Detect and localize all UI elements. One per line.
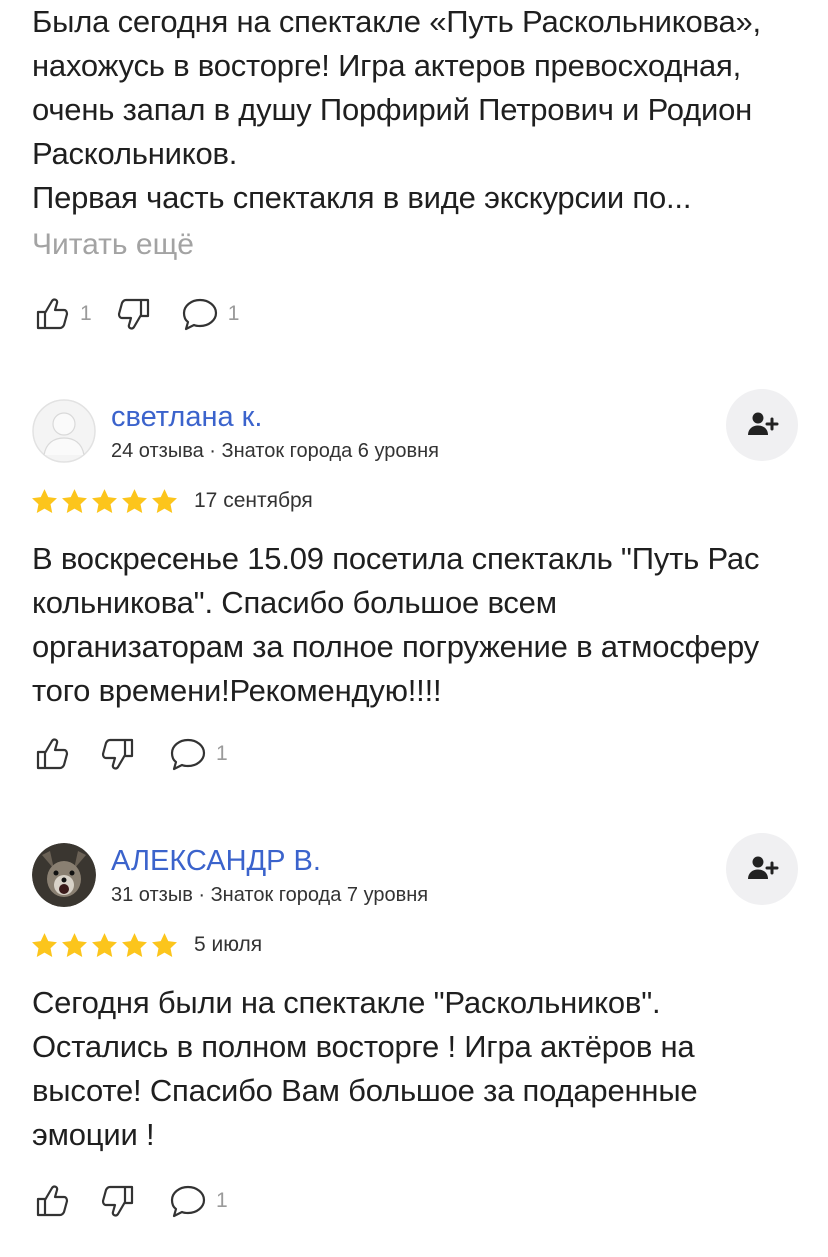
review-3-actions: 1 (32, 1177, 228, 1225)
review-1-line: очень запал в душу Порфирий Петрович и Р… (32, 92, 753, 127)
author-name[interactable]: светлана к. (111, 400, 262, 434)
review-3-line: Сегодня были на спектакле "Раскольников"… (32, 985, 661, 1020)
dislike-button[interactable] (98, 734, 138, 774)
comment-icon (168, 1181, 208, 1221)
rating-stars (30, 487, 180, 516)
subscribe-button[interactable] (726, 833, 798, 905)
comment-button[interactable]: 1 (168, 1181, 228, 1221)
review-1-line: Была сегодня на спектакле «Путь Раскольн… (32, 4, 761, 39)
comment-count: 1 (216, 742, 228, 765)
review-date: 17 сентября (194, 489, 313, 512)
review-3-rating: 5 июля (30, 930, 262, 960)
star-icon (120, 931, 149, 960)
star-icon (150, 931, 179, 960)
thumbs-up-icon (32, 1181, 72, 1221)
rating-stars (30, 931, 180, 960)
star-icon (60, 487, 89, 516)
thumbs-down-icon (114, 294, 154, 334)
star-icon (90, 931, 119, 960)
add-user-icon (745, 408, 779, 442)
review-1-line: нахожусь в восторге! Игра актеров превос… (32, 48, 742, 83)
review-2-actions: 1 (32, 730, 228, 778)
thumbs-up-icon (32, 294, 72, 334)
review-2-line: В воскресенье 15.09 посетила спектакль "… (32, 541, 760, 576)
review-3-line: высоте! Спасибо Вам большое за подаренны… (32, 1073, 698, 1108)
star-icon (150, 487, 179, 516)
review-3-text: Сегодня были на спектакле "Раскольников"… (32, 981, 802, 1157)
comment-button[interactable]: 1 (180, 294, 240, 334)
review-1-line: Раскольников. (32, 136, 238, 171)
star-icon (90, 487, 119, 516)
dislike-button[interactable] (114, 294, 154, 334)
like-button[interactable] (32, 1181, 72, 1221)
author-name[interactable]: АЛЕКСАНДР В. (111, 844, 321, 878)
star-icon (30, 931, 59, 960)
review-3-author: АЛЕКСАНДР В. 31 отзыв · Знаток города 7 … (32, 833, 802, 913)
thumbs-up-icon (32, 734, 72, 774)
like-count: 1 (80, 302, 92, 325)
review-date: 5 июля (194, 933, 263, 956)
subscribe-button[interactable] (726, 389, 798, 461)
avatar-photo-icon (32, 843, 96, 907)
review-1-text: Была сегодня на спектакле «Путь Раскольн… (32, 0, 802, 220)
add-user-icon (745, 852, 779, 886)
review-2-line: того времени!Рекомендую!!!! (32, 673, 442, 708)
thumbs-down-icon (98, 734, 138, 774)
dislike-button[interactable] (98, 1181, 138, 1221)
star-icon (120, 487, 149, 516)
review-2-text: В воскресенье 15.09 посетила спектакль "… (32, 537, 802, 713)
read-more-link[interactable]: Читать ещё (32, 223, 194, 267)
star-icon (30, 487, 59, 516)
comment-icon (180, 294, 220, 334)
avatar[interactable] (32, 843, 96, 907)
review-2-author: светлана к. 24 отзыва · Знаток города 6 … (32, 389, 802, 469)
review-3-line: эмоции ! (32, 1117, 155, 1152)
author-meta: 24 отзыва · Знаток города 6 уровня (111, 440, 439, 462)
author-meta: 31 отзыв · Знаток города 7 уровня (111, 884, 429, 906)
comment-count: 1 (227, 302, 240, 325)
comment-count: 1 (216, 1189, 228, 1212)
thumbs-down-icon (98, 1181, 138, 1221)
review-1-actions: 1 1 (32, 290, 239, 338)
review-2-rating: 17 сентября (30, 486, 313, 516)
review-2-line: организаторам за полное погружение в атм… (32, 629, 759, 664)
review-1-line: Первая часть спектакля в виде экскурсии … (32, 180, 692, 215)
comment-icon (168, 734, 208, 774)
avatar-placeholder-icon (32, 399, 96, 463)
comment-button[interactable]: 1 (168, 734, 228, 774)
review-3-line: Остались в полном восторге ! Игра актёро… (32, 1029, 695, 1064)
avatar[interactable] (32, 399, 96, 463)
like-button[interactable]: 1 (32, 294, 92, 334)
like-button[interactable] (32, 734, 72, 774)
star-icon (60, 931, 89, 960)
review-2-line: кольникова". Спасибо большое всем (32, 585, 557, 620)
